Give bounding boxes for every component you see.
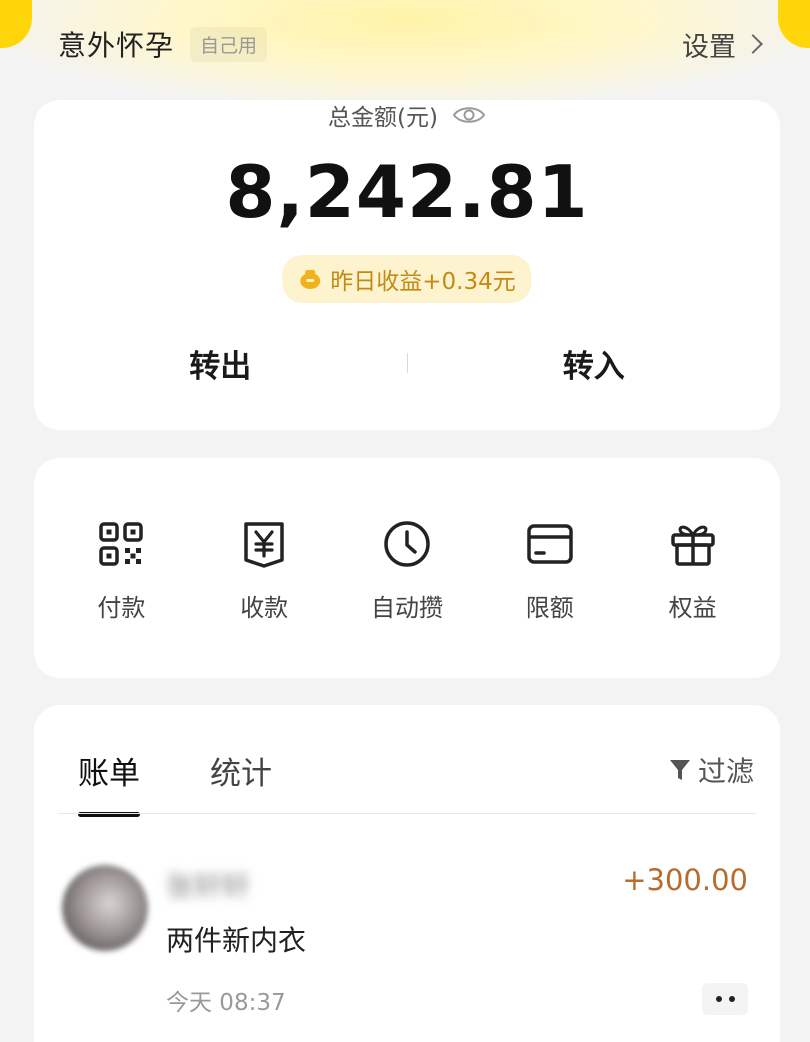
qr-code-icon xyxy=(99,522,144,566)
tool-auto-save[interactable]: 自动攒 xyxy=(336,518,479,623)
more-dot-icon xyxy=(728,996,735,1002)
gift-icon xyxy=(670,525,715,566)
bills-card: 账单 统计 过滤 张轩轩 两件新内衣 今天 08:37 +300.00 xyxy=(34,705,780,1042)
card-icon xyxy=(527,524,573,564)
tool-label: 付款 xyxy=(97,594,146,622)
tab-bills[interactable]: 账单 xyxy=(78,748,140,817)
list-item[interactable]: 张轩轩 两件新内衣 今天 08:37 +300.00 xyxy=(58,855,752,1016)
more-options-button[interactable] xyxy=(702,983,748,1015)
avatar xyxy=(62,865,148,951)
clock-icon xyxy=(384,521,430,567)
tab-bills-label: 账单 xyxy=(78,755,140,792)
tab-statistics-label: 统计 xyxy=(210,755,272,792)
transfer-in-button[interactable]: 转入 xyxy=(408,341,781,386)
yesterday-yield-badge[interactable]: 昨日收益+0.34元 xyxy=(282,255,532,303)
yield-text: 昨日收益+0.34元 xyxy=(330,269,516,295)
filter-funnel-icon xyxy=(669,760,690,780)
tool-label: 限额 xyxy=(525,594,574,622)
balance-card: 总金额(元) 8,242.81 昨日收益+0.34元 转出 转入 xyxy=(34,40,780,430)
balance-label-text: 总金额(元) xyxy=(328,105,438,131)
filter-label: 过滤 xyxy=(697,755,754,788)
filter-button[interactable]: 过滤 xyxy=(668,750,754,790)
tool-limit[interactable]: 限额 xyxy=(478,518,621,623)
bill-counterparty-name: 张轩轩 xyxy=(166,870,251,903)
tool-benefits[interactable]: 权益 xyxy=(621,518,764,623)
tool-label: 收款 xyxy=(240,594,289,622)
transfer-actions: 转出 转入 xyxy=(34,335,780,391)
transfer-out-button[interactable]: 转出 xyxy=(34,341,407,386)
tab-statistics[interactable]: 统计 xyxy=(210,748,272,793)
coin-bag-icon xyxy=(300,270,321,289)
tool-pay[interactable]: 付款 xyxy=(50,518,193,623)
yen-receipt-icon xyxy=(244,522,284,568)
more-dot-icon xyxy=(715,996,722,1002)
tools-card: 付款 收款 自动攒 限额 权益 xyxy=(34,458,780,678)
balance-label: 总金额(元) xyxy=(34,98,780,132)
bill-description: 两件新内衣 xyxy=(166,924,307,957)
bill-timestamp: 今天 08:37 xyxy=(166,990,286,1016)
tabs-divider xyxy=(58,813,756,814)
tool-label: 权益 xyxy=(668,594,717,622)
tool-label: 自动攒 xyxy=(370,594,443,622)
balance-amount: 8,242.81 xyxy=(225,150,589,234)
tool-receive[interactable]: 收款 xyxy=(193,518,336,623)
bill-amount: +300.00 xyxy=(622,863,748,897)
eye-icon[interactable] xyxy=(452,104,486,126)
bill-tabs: 账单 统计 过滤 xyxy=(78,745,754,817)
